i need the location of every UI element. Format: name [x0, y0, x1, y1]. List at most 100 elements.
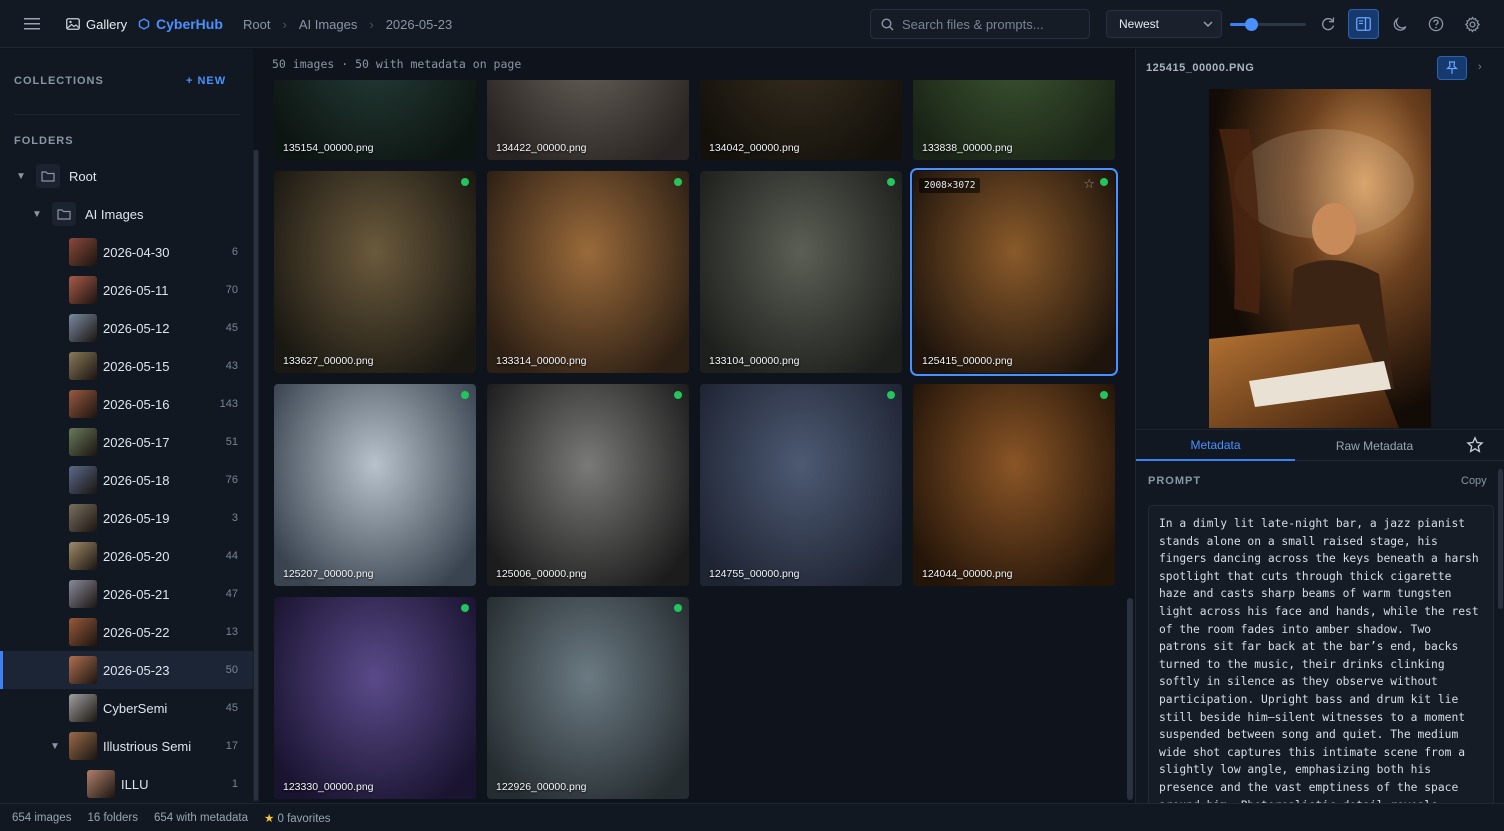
expand-caret-icon[interactable]: ▼	[50, 741, 60, 752]
image-filename: 135154_00000.png	[283, 142, 374, 154]
tree-item-label: 2026-05-23	[103, 662, 170, 678]
tree-item-label: 2026-05-15	[103, 358, 170, 374]
sidebar-tree-item[interactable]: 2026-05-23 50	[0, 651, 253, 689]
sidebar-tree-item[interactable]: 2026-05-15 43	[0, 347, 253, 385]
image-card[interactable]: 133627_00000.png	[274, 171, 476, 373]
copy-prompt-button[interactable]: Copy	[1461, 475, 1487, 487]
sort-value: Newest	[1119, 17, 1160, 31]
image-card[interactable]: 125207_00000.png	[274, 384, 476, 586]
tree-item-label: 2026-05-16	[103, 396, 170, 412]
gallery-button[interactable]: Gallery	[66, 0, 127, 48]
image-filename: 125006_00000.png	[496, 568, 587, 580]
image-card[interactable]: 134422_00000.png	[487, 80, 689, 160]
image-grid-area: 50 images · 50 with metadata on page 135…	[259, 49, 1134, 803]
brand-logo[interactable]: CyberHub	[138, 0, 223, 48]
toggle-panel-button[interactable]	[1348, 9, 1379, 39]
tree-item-count: 3	[231, 512, 238, 524]
image-filename: 124755_00000.png	[709, 568, 800, 580]
image-card[interactable]: 124044_00000.png	[913, 384, 1115, 586]
folder-thumbnail	[69, 466, 97, 494]
panel-scrollbar[interactable]	[1498, 469, 1503, 609]
sidebar-tree-item[interactable]: 2026-05-17 51	[0, 423, 253, 461]
pin-button[interactable]	[1437, 56, 1467, 80]
chevron-right-icon[interactable]: ›	[1478, 61, 1482, 73]
tree-item-label: 2026-05-18	[103, 472, 170, 488]
image-card[interactable]: 135154_00000.png	[274, 80, 476, 160]
sidebar-tree-item[interactable]: ILLU 1	[0, 765, 253, 803]
tree-item-label: AI Images	[85, 206, 144, 222]
search-input[interactable]	[902, 16, 1082, 32]
sidebar-tree-item[interactable]: 2026-05-22 13	[0, 613, 253, 651]
image-filename: 124044_00000.png	[922, 568, 1013, 580]
image-filename: 122926_00000.png	[496, 781, 587, 793]
breadcrumb-separator: ›	[282, 16, 287, 32]
preview-image	[1209, 89, 1431, 428]
breadcrumb-item[interactable]: AI Images	[299, 17, 358, 32]
image-filename: 133104_00000.png	[709, 355, 800, 367]
image-card[interactable]: 133838_00000.png	[913, 80, 1115, 160]
image-preview[interactable]	[1209, 89, 1431, 428]
prompt-text[interactable]: In a dimly lit late-night bar, a jazz pi…	[1148, 505, 1494, 803]
sidebar-tree-item[interactable]: 2026-05-12 45	[0, 309, 253, 347]
grid-scrollbar[interactable]	[1127, 598, 1133, 800]
folder-thumbnail	[69, 580, 97, 608]
expand-caret-icon[interactable]: ▼	[32, 209, 42, 220]
star-icon: ★	[263, 812, 275, 825]
favorite-button[interactable]	[1466, 436, 1484, 457]
image-filename: 133314_00000.png	[496, 355, 587, 367]
tree-item-count: 45	[225, 702, 238, 714]
metadata-indicator	[674, 391, 682, 399]
folder-thumbnail	[69, 428, 97, 456]
sidebar-tree-item[interactable]: CyberSemi 45	[0, 689, 253, 727]
sidebar-tree-item[interactable]: ▼ Root	[0, 157, 253, 195]
refresh-button[interactable]	[1316, 12, 1340, 36]
search-box	[870, 9, 1090, 39]
settings-button[interactable]	[1460, 12, 1484, 36]
pin-icon	[1446, 61, 1458, 74]
metadata-indicator	[887, 391, 895, 399]
thumbnail-size-slider[interactable]	[1230, 18, 1306, 31]
image-card[interactable]: 134042_00000.png	[700, 80, 902, 160]
image-card[interactable]: 124755_00000.png	[700, 384, 902, 586]
breadcrumb: Root › AI Images › 2026-05-23	[243, 0, 452, 48]
image-card[interactable]: 133104_00000.png	[700, 171, 902, 373]
help-button[interactable]	[1424, 12, 1448, 36]
breadcrumb-item[interactable]: 2026-05-23	[386, 17, 453, 32]
favorite-star-icon[interactable]: ☆	[1083, 176, 1095, 192]
image-card[interactable]: 125006_00000.png	[487, 384, 689, 586]
theme-toggle-button[interactable]	[1388, 12, 1412, 36]
image-card[interactable]: 123330_00000.png	[274, 597, 476, 799]
metadata-indicator	[461, 178, 469, 186]
sidebar-tree-item[interactable]: 2026-05-16 143	[0, 385, 253, 423]
folder-thumbnail	[69, 390, 97, 418]
tree-item-count: 45	[225, 322, 238, 334]
sidebar-tree-item[interactable]: ▼ Illustrious Semi 17	[0, 727, 253, 765]
sidebar-tree-item[interactable]: 2026-05-18 76	[0, 461, 253, 499]
brand-name: CyberHub	[156, 16, 223, 32]
tree-item-count: 51	[225, 436, 238, 448]
tree-item-count: 43	[225, 360, 238, 372]
scrollbar-thumb[interactable]	[254, 150, 258, 800]
sidebar-tree-item[interactable]: 2026-04-30 6	[0, 233, 253, 271]
tab-metadata[interactable]: Metadata	[1136, 430, 1295, 461]
sidebar-tree-item[interactable]: 2026-05-21 47	[0, 575, 253, 613]
tab-raw-metadata[interactable]: Raw Metadata	[1295, 430, 1454, 461]
breadcrumb-item[interactable]: Root	[243, 17, 270, 32]
expand-caret-icon[interactable]: ▼	[16, 171, 26, 182]
sort-select[interactable]: Newest	[1106, 10, 1222, 38]
folder-thumbnail	[69, 618, 97, 646]
image-card[interactable]: 133314_00000.png	[487, 171, 689, 373]
menu-button[interactable]	[20, 0, 44, 48]
sidebar-tree-item[interactable]: 2026-05-20 44	[0, 537, 253, 575]
sidebar-tree-item[interactable]: 2026-05-11 70	[0, 271, 253, 309]
tree-item-count: 70	[225, 284, 238, 296]
status-favorites: ★ 0 favorites	[264, 811, 331, 825]
image-card[interactable]: 125415_00000.png 2008×3072 ☆	[910, 168, 1118, 376]
folder-icon	[52, 202, 76, 226]
slider-handle[interactable]	[1245, 18, 1259, 31]
tree-item-label: Illustrious Semi	[103, 738, 192, 754]
sidebar-tree-item[interactable]: ▼ AI Images	[0, 195, 253, 233]
image-card[interactable]: 122926_00000.png	[487, 597, 689, 799]
sidebar-tree-item[interactable]: 2026-05-19 3	[0, 499, 253, 537]
new-collection-button[interactable]: + NEW	[186, 75, 226, 87]
